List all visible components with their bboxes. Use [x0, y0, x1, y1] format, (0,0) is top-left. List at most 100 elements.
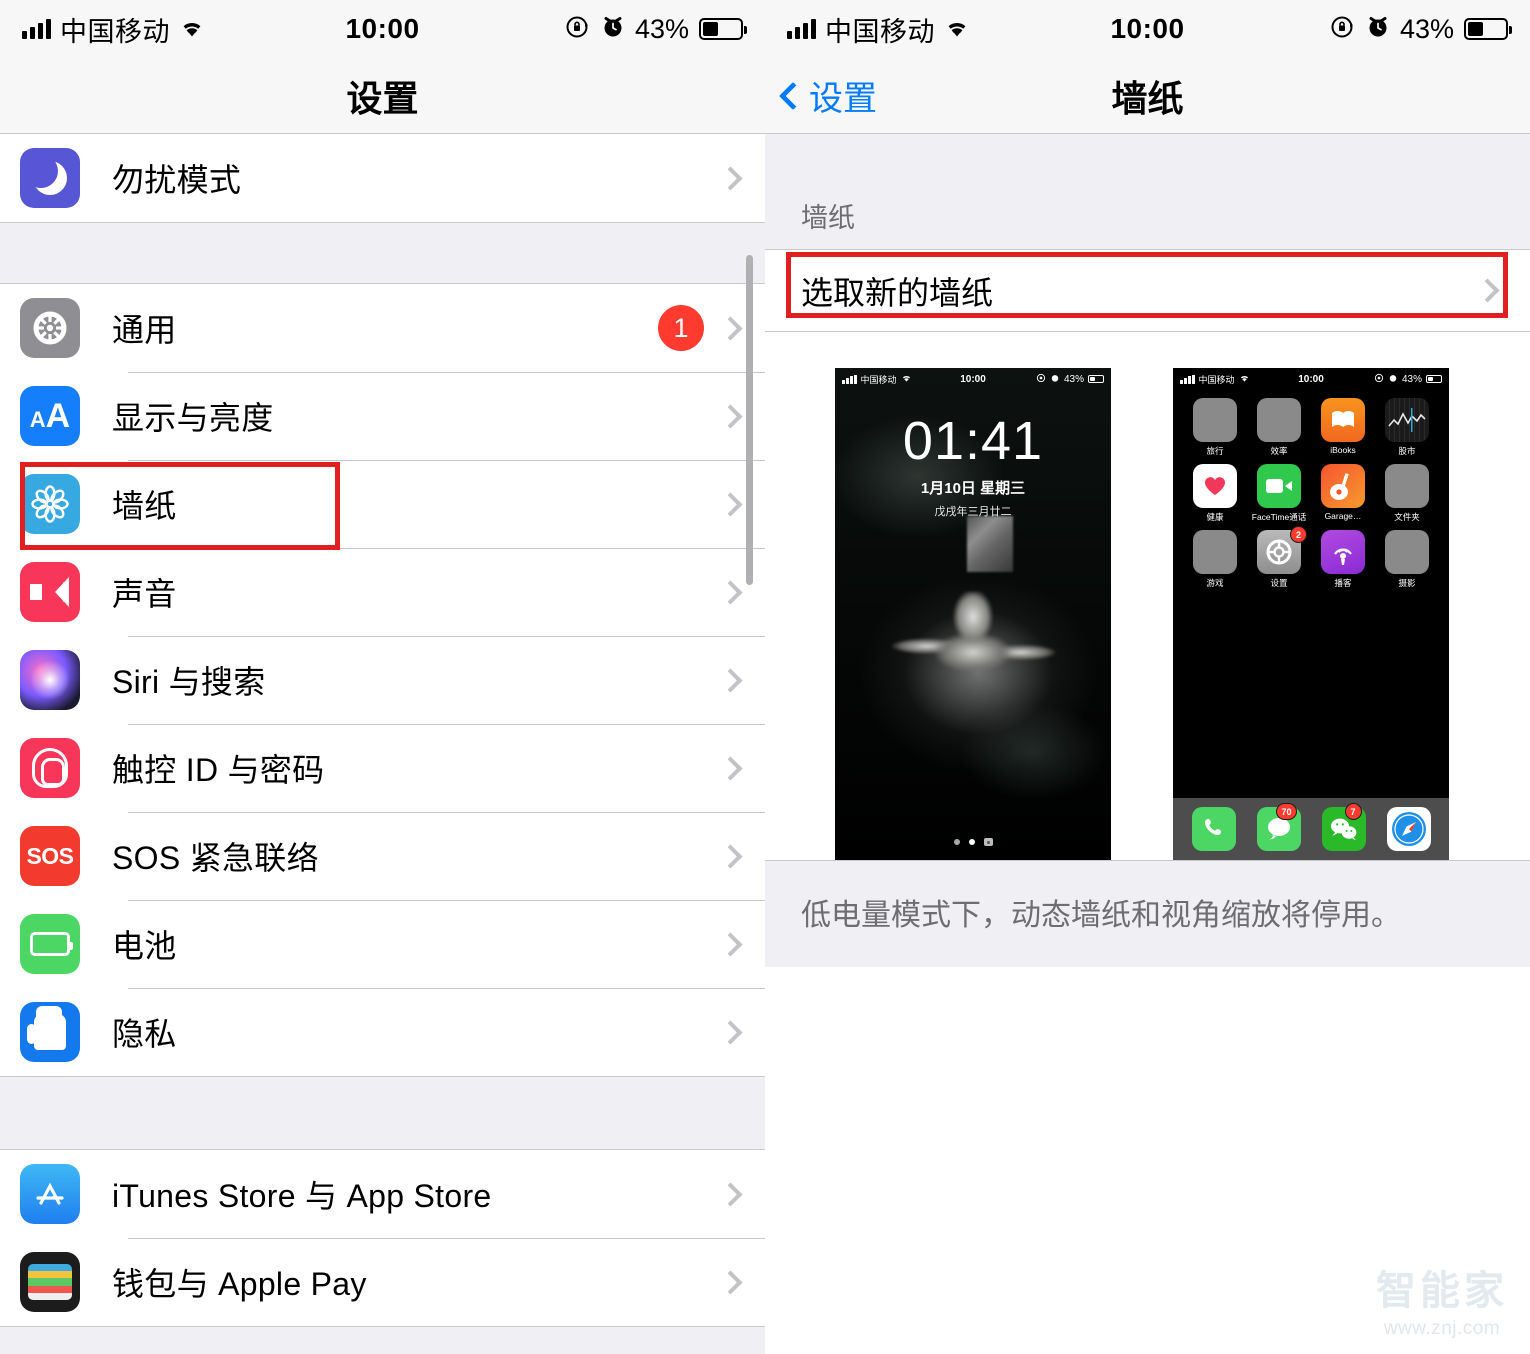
home-app[interactable]: 健康 — [1183, 464, 1247, 523]
settings-row-wallet-apple-pay[interactable]: 钱包与 Apple Pay — [0, 1238, 765, 1326]
settings-row-label: 触控 ID 与密码 — [112, 752, 325, 788]
settings-row-sos[interactable]: SOS SOS 紧急联络 — [0, 812, 765, 900]
folder-icon — [1257, 398, 1301, 442]
back-button-label: 设置 — [809, 80, 877, 118]
home-app-label: 股市 — [1398, 446, 1416, 456]
lock-screen-preview[interactable]: 中国移动 10:00 43% 01:41 1月10日 星期三 戊戌年三月廿二 — [835, 368, 1111, 860]
display-brightness-icon: AA — [20, 386, 80, 446]
settings-row-label: 电池 — [112, 928, 177, 964]
battery-icon — [1464, 18, 1512, 40]
home-app-label: 摄影 — [1398, 578, 1416, 588]
alarm-clock-icon — [601, 14, 625, 45]
page-indicator — [835, 838, 1111, 846]
folder-icon — [1193, 398, 1237, 442]
home-app-label: 旅行 — [1206, 446, 1224, 456]
home-app[interactable]: 旅行 — [1183, 398, 1247, 457]
settings-row-battery[interactable]: 电池 — [0, 900, 765, 988]
settings-row-accessory — [718, 843, 765, 869]
home-app[interactable]: 文件夹 — [1375, 464, 1439, 523]
status-bar-left: 中国移动 10:00 43% — [0, 0, 765, 58]
scrollbar-thumb[interactable] — [746, 255, 753, 585]
home-app[interactable]: FaceTime通话 — [1247, 464, 1311, 523]
app-badge: 2 — [1290, 526, 1307, 543]
home-screen-preview[interactable]: 中国移动 10:00 43% 旅行 效率 iBooks 股市 健康 FaceTi… — [1173, 368, 1449, 860]
home-screen-dock: 70 7 — [1173, 798, 1449, 860]
chevron-right-icon — [718, 755, 743, 781]
settings-row-privacy[interactable]: 隐私 — [0, 988, 765, 1076]
home-app[interactable]: iBooks — [1311, 398, 1375, 457]
back-button[interactable]: 设置 — [765, 71, 877, 120]
settings-row-general[interactable]: 通用 1 — [0, 284, 765, 372]
page-title: 设置 — [346, 77, 419, 119]
sound-speaker-icon — [20, 562, 80, 622]
health-icon — [1193, 464, 1237, 508]
alarm-clock-icon — [1366, 14, 1390, 45]
battery-percent-label: 43% — [634, 13, 689, 44]
rotation-lock-icon — [1330, 14, 1356, 45]
settings-row-siri-search[interactable]: Siri 与搜索 — [0, 636, 765, 724]
app-badge: 7 — [1344, 803, 1362, 820]
home-app[interactable]: Garage… — [1311, 464, 1375, 523]
right-panel-wallpaper: 中国移动 10:00 43% 设置 墙纸 墙纸 选取新的墙纸 中国移动 10:0… — [765, 0, 1530, 1354]
page-dot-active — [968, 839, 975, 845]
group-separator — [0, 1076, 765, 1150]
wallpaper-previews: 中国移动 10:00 43% 01:41 1月10日 星期三 戊戌年三月廿二 中… — [765, 332, 1530, 860]
dock-app-wechat[interactable]: 7 — [1321, 803, 1366, 851]
podcasts-icon — [1321, 530, 1365, 574]
dock-app-safari[interactable] — [1386, 807, 1431, 851]
chevron-right-icon — [718, 403, 743, 429]
chevron-right-icon — [718, 843, 743, 869]
home-app-label: Garage… — [1324, 511, 1362, 521]
settings-row-display-brightness[interactable]: AA 显示与亮度 — [0, 372, 765, 460]
dock-app-phone[interactable] — [1191, 807, 1236, 851]
settings-row-do-not-disturb[interactable]: 勿扰模式 — [0, 134, 765, 222]
status-bar-right-group: 43% — [1330, 13, 1512, 45]
gear-icon — [20, 298, 80, 358]
settings-row-label: SOS 紧急联络 — [112, 840, 319, 876]
folder-icon — [1193, 530, 1237, 574]
preview-status-bar: 中国移动 10:00 43% — [835, 368, 1111, 390]
page-dot — [953, 839, 960, 845]
settings-row-label: 隐私 — [112, 1016, 177, 1052]
choose-new-wallpaper-row[interactable]: 选取新的墙纸 — [765, 250, 1530, 332]
settings-row-label: iTunes Store 与 App Store — [112, 1178, 492, 1214]
home-app[interactable]: 游戏 — [1183, 530, 1247, 589]
home-app[interactable]: 效率 — [1247, 398, 1311, 457]
settings-row-label: 勿扰模式 — [112, 162, 242, 198]
chevron-right-icon — [718, 1269, 743, 1295]
settings-row-itunes-app-store[interactable]: iTunes Store 与 App Store — [0, 1150, 765, 1238]
home-app-label: 游戏 — [1206, 578, 1224, 588]
settings-row-touch-id[interactable]: 触控 ID 与密码 — [0, 724, 765, 812]
sos-icon: SOS — [20, 826, 80, 886]
home-app-label: FaceTime通话 — [1251, 512, 1307, 522]
privacy-hand-icon — [20, 1002, 80, 1062]
home-app[interactable]: 播客 — [1311, 530, 1375, 589]
app-store-icon — [20, 1164, 80, 1224]
battery-percent-label: 43% — [1399, 13, 1454, 44]
facetime-icon — [1257, 464, 1301, 508]
dock-app-messages[interactable]: 70 — [1256, 803, 1301, 851]
settings-row-label: Siri 与搜索 — [112, 664, 266, 700]
settings-row-accessory — [718, 491, 765, 517]
chevron-right-icon — [718, 1019, 743, 1045]
lock-screen-clock-block: 01:41 1月10日 星期三 戊戌年三月廿二 — [835, 414, 1111, 519]
stocks-icon — [1385, 398, 1429, 442]
cat-photo-subject — [890, 591, 1056, 697]
preview-status-bar: 中国移动 10:00 43% — [1173, 368, 1449, 390]
lock-time: 01:41 — [902, 411, 1044, 471]
home-app-label: 健康 — [1206, 512, 1224, 522]
app-badge: 70 — [1276, 803, 1297, 820]
home-app[interactable]: 股市 — [1375, 398, 1439, 457]
chevron-right-icon — [718, 931, 743, 957]
home-app[interactable]: 摄影 — [1375, 530, 1439, 589]
folder-icon — [1385, 530, 1429, 574]
home-app-label: 效率 — [1270, 446, 1288, 456]
settings-row-sounds[interactable]: 声音 — [0, 548, 765, 636]
status-bar-right: 中国移动 10:00 43% — [765, 0, 1530, 58]
chevron-right-icon — [1475, 278, 1500, 303]
home-app[interactable]: 2 设置 — [1247, 526, 1311, 589]
blurred-region — [967, 515, 1014, 572]
footer-note: 低电量模式下，动态墙纸和视角缩放将停用。 — [765, 860, 1530, 967]
siri-icon — [20, 650, 80, 710]
settings-row-wallpaper[interactable]: 墙纸 — [0, 460, 765, 548]
